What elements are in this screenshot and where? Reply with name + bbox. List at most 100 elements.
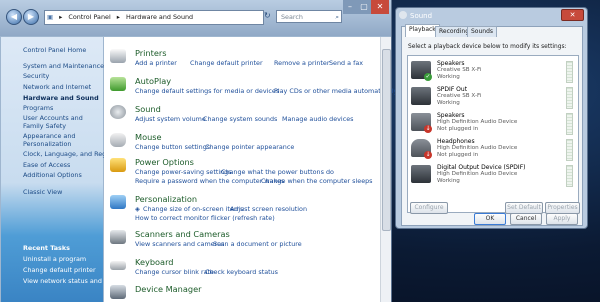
category-title[interactable]: Scanners and Cameras [135,229,230,239]
device-row[interactable]: ✓ Speakers Creative SB X-Fi Working [408,59,578,83]
level-meter [566,87,573,109]
level-meter [566,61,573,83]
category-link[interactable]: Change when the computer sleeps [261,177,373,185]
category-link[interactable]: Adjust screen resolution [230,205,307,213]
device-driver: Creative SB X-Fi [437,93,482,99]
maximize-button[interactable]: ▢ [357,0,371,14]
close-button[interactable]: ✕ [561,9,584,21]
level-meter [566,139,573,161]
device-row[interactable]: Digital Output Device (SPDIF) High Defin… [408,163,578,187]
sidebar-item-ease-of-access[interactable]: Ease of Access [23,161,70,169]
category-link[interactable]: Change system sounds [203,115,277,123]
address-bar[interactable]: ▣ ▸ Control Panel ▸ Hardware and Sound [44,10,264,25]
category-link[interactable]: Scan a document or picture [213,240,302,248]
category-title[interactable]: Printers [135,48,167,58]
category-link[interactable]: How to correct monitor flicker (refresh … [135,214,275,222]
category-title[interactable]: Device Manager [135,284,202,294]
sidebar: Control Panel Home System and Maintenanc… [1,37,121,302]
minimize-button[interactable]: – [343,0,357,14]
sidebar-item-additional-options[interactable]: Additional Options [23,171,82,179]
sidebar-item-classic-view[interactable]: Classic View [23,188,62,196]
category-link[interactable]: Change default printer [190,59,263,67]
category-link[interactable]: View scanners and cameras [135,240,225,248]
sound-icon [399,11,407,19]
category-title[interactable]: Sound [135,104,161,114]
sidebar-item-clock-language-region[interactable]: Clock, Language, and Region [23,150,116,158]
folder-icon: ▣ [47,13,54,21]
recent-task-default-printer[interactable]: Change default printer [23,266,96,274]
back-button[interactable]: ◀ [6,9,22,25]
monitor-icon [110,195,126,209]
category-link[interactable]: Manage audio devices [282,115,353,123]
refresh-icon[interactable]: ↻ [264,11,274,22]
category-title[interactable]: Keyboard [135,257,174,267]
sidebar-item-network-and-internet[interactable]: Network and Internet [23,83,91,91]
category-title[interactable]: AutoPlay [135,76,171,86]
playback-device-list[interactable]: ✓ Speakers Creative SB X-Fi Working SPDI… [407,55,579,213]
device-driver: High Definition Audio Device [437,171,518,177]
sidebar-item-appearance[interactable]: Appearance and Personalization [23,132,103,148]
autoplay-icon [110,77,126,91]
category-link[interactable]: Change button settings [135,143,210,151]
search-icon: ⌕ [335,13,339,21]
forward-button[interactable]: ▶ [23,9,39,25]
device-row[interactable]: ↓ Headphones High Definition Audio Devic… [408,137,578,161]
device-name: Speakers [437,60,465,67]
category-title[interactable]: Mouse [135,132,162,142]
device-status: Working [437,178,460,184]
power-icon [110,158,126,172]
device-name: Digital Output Device (SPDIF) [437,164,526,171]
category-link[interactable]: Change power-saving settings [135,168,232,176]
tab-sounds[interactable]: Sounds [467,26,498,37]
breadcrumb-control-panel[interactable]: Control Panel [66,11,112,24]
scanner-icon [110,230,126,244]
cancel-button[interactable]: Cancel [510,213,542,225]
category-link[interactable]: Remove a printer [274,59,330,67]
category-link[interactable]: Change size of on-screen items [143,205,243,213]
apply-button[interactable]: Apply [546,213,578,225]
device-name: SPDIF Out [437,86,468,93]
device-driver: High Definition Audio Device [437,145,518,151]
category-link[interactable]: Send a fax [329,59,363,67]
category-link[interactable]: Play CDs or other media automatically [274,87,397,95]
shield-icon: ◈ [135,205,140,213]
control-panel-window: ◀ ▶ ▣ ▸ Control Panel ▸ Hardware and Sou… [0,0,397,302]
category-link[interactable]: Change default settings for media or dev… [135,87,279,95]
device-status: Not plugged in [437,126,479,132]
category-link[interactable]: Adjust system volume [135,115,206,123]
search-input[interactable]: Search ⌕ [276,10,342,23]
level-meter [566,113,573,135]
configure-button[interactable]: Configure [410,202,448,214]
device-row[interactable]: ↓ Speakers High Definition Audio Device … [408,111,578,135]
device-row[interactable]: SPDIF Out Creative SB X-Fi Working [408,85,578,109]
device-driver: Creative SB X-Fi [437,67,482,73]
breadcrumb-hardware-and-sound[interactable]: Hardware and Sound [124,11,195,24]
sidebar-item-user-accounts[interactable]: User Accounts and Family Safety [23,114,103,130]
mouse-icon [110,133,126,147]
sidebar-item-security[interactable]: Security [23,72,49,80]
speaker-icon [110,105,126,119]
category-link[interactable]: Change cursor blink rate [135,268,214,276]
close-button[interactable]: ✕ [371,0,389,14]
device-status: Working [437,74,460,80]
device-name: Headphones [437,138,475,145]
category-link[interactable]: Check keyboard status [205,268,278,276]
sidebar-item-hardware-and-sound[interactable]: Hardware and Sound [23,94,99,102]
vertical-scrollbar[interactable] [380,37,391,302]
category-link[interactable]: Add a printer [135,59,177,67]
unplugged-icon: ↓ [424,125,432,133]
ok-button[interactable]: OK [474,213,506,225]
device-name: Speakers [437,112,465,119]
category-title[interactable]: Personalization [135,194,197,204]
category-link[interactable]: Change what the power buttons do [221,168,334,176]
sidebar-item-programs[interactable]: Programs [23,104,53,112]
title-bar: ◀ ▶ ▣ ▸ Control Panel ▸ Hardware and Sou… [0,0,391,36]
sidebar-item-home[interactable]: Control Panel Home [23,46,86,54]
category-link[interactable]: Change pointer appearance [205,143,294,151]
scrollbar-thumb[interactable] [382,49,391,231]
category-title[interactable]: Power Options [135,157,194,167]
sidebar-item-system-and-maintenance[interactable]: System and Maintenance [23,62,104,70]
chevron-right-icon: ▸ [59,13,63,21]
recent-task-uninstall[interactable]: Uninstall a program [23,255,86,263]
spdif-icon [411,87,431,105]
